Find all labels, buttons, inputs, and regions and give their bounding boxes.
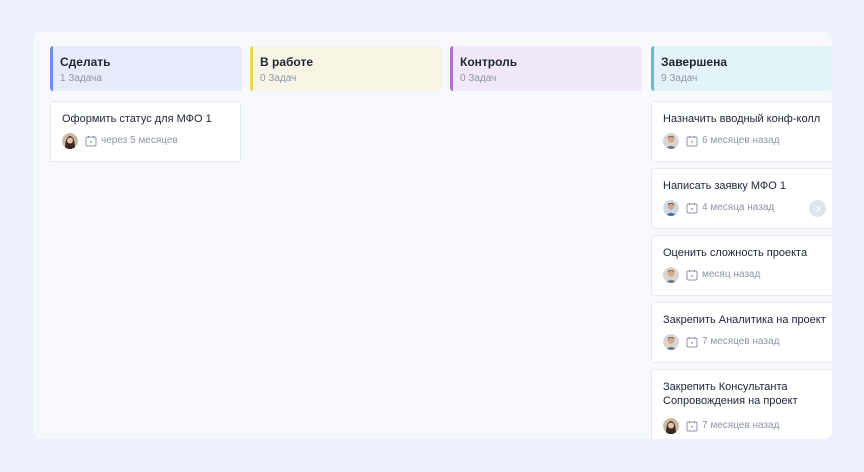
column-control: Контроль 0 Задач [450, 46, 642, 91]
due-text: 4 месяца назад [702, 202, 775, 213]
column-task-count: 0 Задач [260, 73, 297, 84]
avatar[interactable] [62, 133, 78, 149]
chevron-right-icon [816, 205, 820, 212]
task-card[interactable]: Оценить сложность проекта месяц назад [651, 235, 832, 296]
column-task-count: 9 Задач [661, 73, 698, 84]
task-card[interactable]: Написать заявку МФО 1 4 месяца назад [651, 168, 832, 229]
task-card[interactable]: Закрепить Консультанта Сопровождения на … [651, 369, 832, 439]
due-text: месяц назад [702, 269, 761, 280]
column-in-progress: В работе 0 Задач [250, 46, 442, 91]
due-text: 7 месяцев назад [702, 336, 780, 347]
due-text: через 5 месяцев [101, 135, 178, 146]
due-text: 7 месяцев назад [702, 420, 780, 431]
task-title: Закрепить Консультанта Сопровождения на … [663, 381, 798, 407]
task-meta: 7 месяцев назад [663, 418, 779, 434]
task-title: Оценить сложность проекта [663, 247, 808, 259]
due-date: через 5 месяцев [85, 135, 178, 147]
scroll-right-button[interactable] [809, 200, 826, 217]
task-meta: 6 месяцев назад [663, 133, 779, 149]
column-header-todo[interactable]: Сделать 1 Задача [50, 46, 242, 91]
avatar[interactable] [663, 418, 679, 434]
calendar-icon [686, 421, 698, 432]
calendar-icon [686, 270, 698, 281]
task-card[interactable]: Назначить вводный конф-колл 6 месяцев на… [651, 101, 832, 162]
column-title: Контроль [460, 55, 518, 69]
task-card[interactable]: Оформить статус для МФО 1 через 5 месяце… [50, 101, 241, 162]
avatar[interactable] [663, 200, 679, 216]
task-title: Оформить статус для МФО 1 [62, 113, 212, 125]
column-title: В работе [260, 55, 313, 69]
calendar-icon [85, 136, 97, 147]
calendar-icon [686, 136, 698, 147]
task-meta: 4 месяца назад [663, 200, 774, 216]
due-date: 7 месяцев назад [686, 336, 779, 348]
column-header-done[interactable]: Завершена 9 Задач [651, 46, 832, 91]
column-title: Завершена [661, 55, 728, 69]
task-title: Назначить вводный конф-колл [663, 113, 821, 125]
calendar-icon [686, 203, 698, 214]
column-task-count: 1 Задача [60, 73, 102, 84]
due-date: месяц назад [686, 269, 760, 281]
column-task-count: 0 Задач [460, 73, 497, 84]
avatar[interactable] [663, 133, 679, 149]
avatar[interactable] [663, 267, 679, 283]
task-title: Написать заявку МФО 1 [663, 180, 786, 192]
column-todo: Сделать 1 Задача Оформить статус для МФО… [50, 46, 242, 162]
column-done: Завершена 9 Задач Назначить вводный конф… [651, 46, 832, 439]
avatar[interactable] [663, 334, 679, 350]
column-title: Сделать [60, 55, 111, 69]
task-meta: 7 месяцев назад [663, 334, 779, 350]
due-date: 4 месяца назад [686, 202, 774, 214]
kanban-board: Сделать 1 Задача Оформить статус для МФО… [33, 32, 832, 439]
due-date: 7 месяцев назад [686, 420, 779, 432]
column-header-in-progress[interactable]: В работе 0 Задач [250, 46, 442, 91]
due-date: 6 месяцев назад [686, 135, 779, 147]
due-text: 6 месяцев назад [702, 135, 780, 146]
task-card[interactable]: Закрепить Аналитика на проект 7 месяцев … [651, 302, 832, 363]
column-header-control[interactable]: Контроль 0 Задач [450, 46, 642, 91]
task-meta: месяц назад [663, 267, 760, 283]
task-meta: через 5 месяцев [62, 133, 178, 149]
calendar-icon [686, 337, 698, 348]
task-title: Закрепить Аналитика на проект [663, 314, 826, 326]
